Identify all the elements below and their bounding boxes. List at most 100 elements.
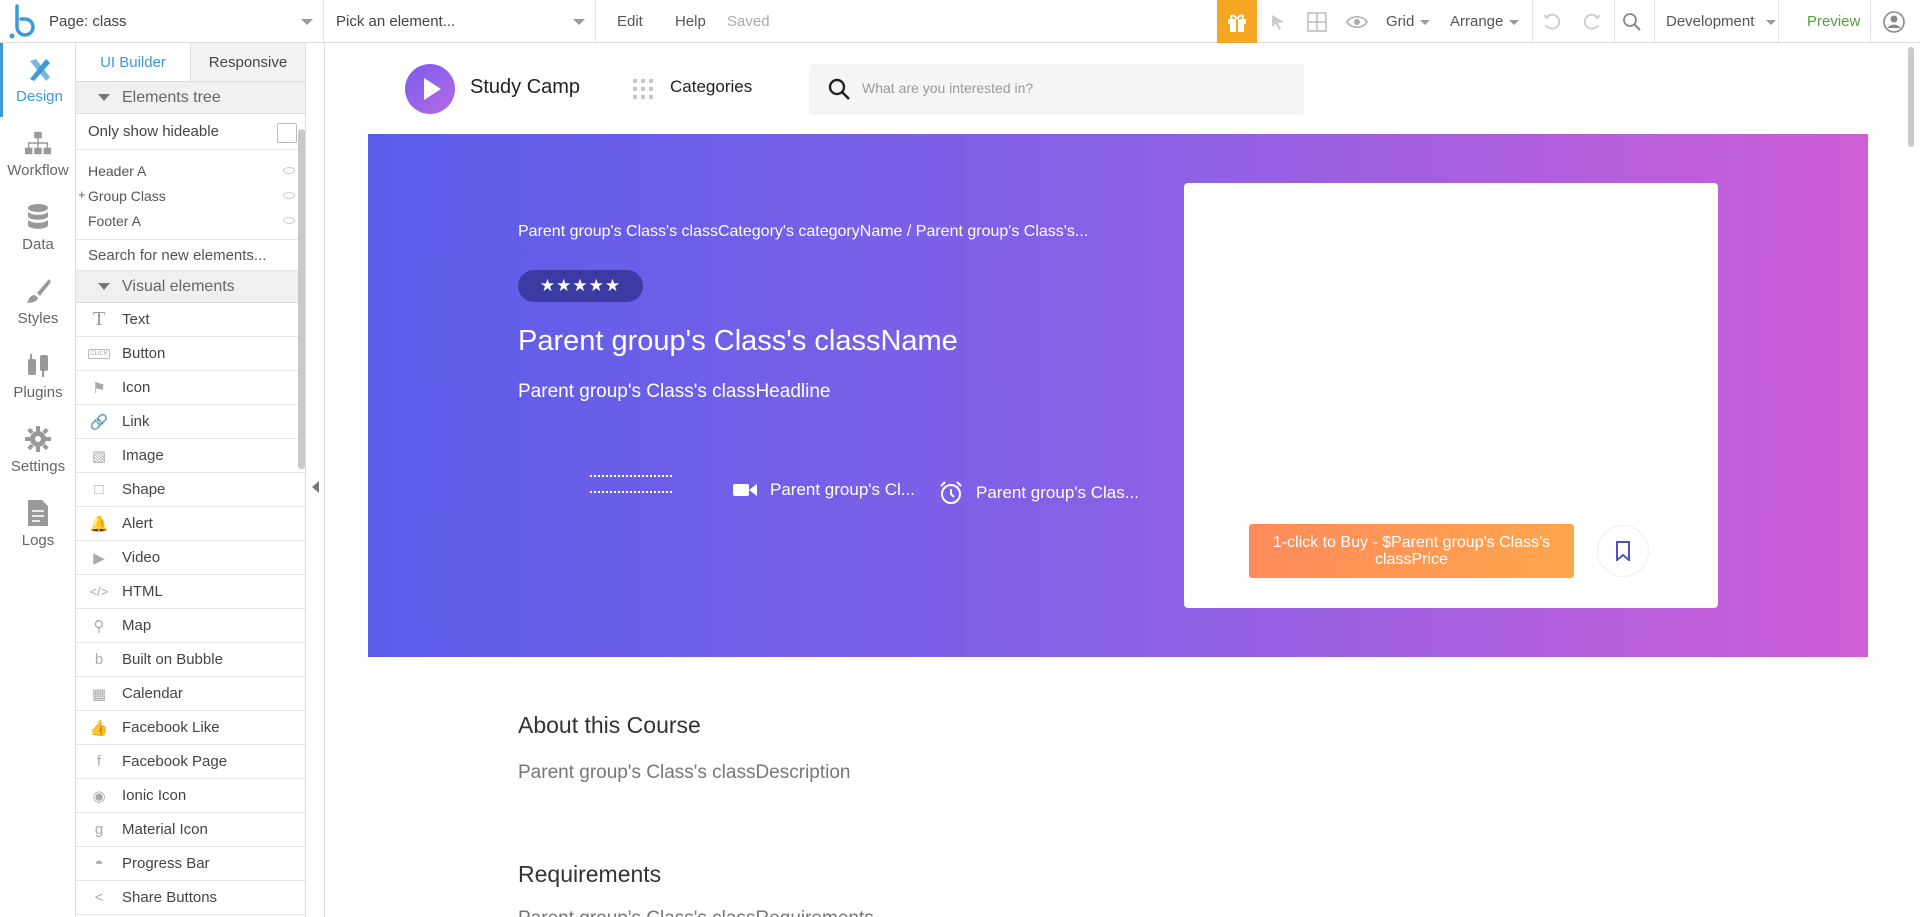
account-icon[interactable] — [1882, 10, 1906, 34]
buy-button[interactable]: 1-click to Buy - $Parent group's Class's… — [1249, 524, 1574, 578]
eye-icon[interactable] — [283, 167, 295, 174]
undo-icon[interactable] — [1540, 10, 1564, 34]
element-item-label: Facebook Like — [122, 719, 220, 736]
rail-item-design[interactable]: Design — [0, 43, 76, 117]
panel-tabs: UI Builder Responsive — [76, 43, 305, 82]
toolbar-divider — [1614, 0, 1615, 43]
element-item-map[interactable]: ⚲ Map — [76, 609, 305, 643]
site-name[interactable]: Study Camp — [470, 76, 580, 99]
element-item-label: HTML — [122, 583, 163, 600]
edit-menu[interactable]: Edit — [617, 0, 643, 43]
only-show-hideable-checkbox[interactable] — [277, 123, 297, 143]
rail-item-workflow[interactable]: Workflow — [0, 117, 76, 191]
element-item-alert[interactable]: 🔔 Alert — [76, 507, 305, 541]
element-item-label: Image — [122, 447, 164, 464]
page-canvas: Study Camp Categories What are you inter… — [325, 43, 1920, 917]
bubble-logo-icon[interactable] — [8, 3, 38, 39]
categories-link[interactable]: Categories — [670, 77, 752, 97]
element-item-shape[interactable]: □ Shape — [76, 473, 305, 507]
element-item-link[interactable]: 🔗 Link — [76, 405, 305, 439]
cursor-icon[interactable] — [1266, 10, 1290, 34]
layout-grid-icon[interactable] — [1305, 10, 1329, 34]
element-item-label: Icon — [122, 379, 151, 396]
element-item-calendar[interactable]: ▦ Calendar — [76, 677, 305, 711]
canvas-scrollbar[interactable] — [1908, 47, 1914, 147]
tree-item-label: Footer A — [88, 212, 141, 229]
bookmark-button[interactable] — [1597, 525, 1649, 577]
panel-collapse-handle[interactable] — [306, 43, 325, 917]
play-icon — [424, 78, 441, 100]
element-item-built-on-bubble[interactable]: b Built on Bubble — [76, 643, 305, 677]
help-menu[interactable]: Help — [675, 0, 706, 43]
element-item-progress-bar[interactable]: ◓ Progress Bar — [76, 847, 305, 881]
element-item-icon[interactable]: ⚑ Icon — [76, 371, 305, 405]
eye-icon[interactable] — [283, 192, 295, 199]
duration-meta-text: Parent group's Clas... — [976, 483, 1139, 502]
collapse-left-icon — [312, 481, 319, 493]
tree-item-group-class[interactable]: + Group Class — [76, 183, 305, 208]
rail-item-settings[interactable]: Settings — [0, 413, 76, 487]
map-icon: ⚲ — [93, 617, 105, 635]
eye-icon[interactable] — [283, 217, 295, 224]
class-description: Parent group's Class's classDescription — [518, 762, 851, 783]
element-item-facebook-like[interactable]: 👍 Facebook Like — [76, 711, 305, 745]
element-item-label: Link — [122, 413, 150, 430]
video-meta: Parent group's Cl... — [732, 480, 915, 500]
panel-scrollbar[interactable] — [298, 129, 305, 469]
placeholder-element[interactable] — [590, 475, 672, 507]
eye-icon[interactable] — [1345, 10, 1369, 34]
tab-responsive[interactable]: Responsive — [191, 43, 305, 81]
share-buttons-icon: < — [94, 889, 104, 906]
expand-plus-icon[interactable]: + — [78, 187, 86, 202]
elements-tree-header[interactable]: Elements tree — [76, 82, 305, 114]
text-icon: T — [92, 308, 106, 330]
element-item-material-icon[interactable]: g Material Icon — [76, 813, 305, 847]
rail-item-logs[interactable]: Logs — [0, 487, 76, 561]
element-item-share-buttons[interactable]: < Share Buttons — [76, 881, 305, 915]
page-selector[interactable]: Page: class — [37, 0, 324, 43]
preview-link[interactable]: Preview — [1807, 0, 1860, 43]
grid-menu[interactable]: Grid — [1386, 0, 1431, 43]
arrange-menu[interactable]: Arrange — [1450, 0, 1520, 43]
study-camp-logo[interactable] — [405, 64, 455, 114]
rail-item-data[interactable]: Data — [0, 191, 76, 265]
search-new-elements-input[interactable]: Search for new elements... — [76, 239, 305, 271]
progress-bar-icon: ◓ — [94, 855, 104, 872]
tree-item-header-a[interactable]: Header A — [76, 158, 305, 183]
class-requirements: Parent group's Class's classRequirements — [518, 908, 874, 917]
categories-grid-icon[interactable] — [633, 79, 653, 99]
rail-item-plugins[interactable]: Plugins — [0, 339, 76, 413]
visual-elements-list: T Text CLICK Button ⚑ Icon 🔗 Link ▧ Image □ Shape 🔔 A… — [76, 303, 305, 915]
element-item-label: Ionic Icon — [122, 787, 187, 804]
brush-icon — [24, 277, 52, 305]
site-search-bar[interactable]: What are you interested in? — [809, 64, 1304, 115]
visual-elements-header[interactable]: Visual elements — [76, 271, 305, 303]
search-icon[interactable] — [1620, 10, 1644, 34]
class-headline: Parent group's Class's classHeadline — [518, 381, 831, 402]
tab-ui-builder[interactable]: UI Builder — [76, 43, 191, 81]
element-picker[interactable]: Pick an element... — [324, 0, 596, 43]
element-item-text[interactable]: T Text — [76, 303, 305, 337]
hero-section[interactable]: Parent group's Class's classCategory's c… — [368, 134, 1868, 657]
element-item-ionic-icon[interactable]: ◉ Ionic Icon — [76, 779, 305, 813]
environment-selector[interactable]: Development — [1666, 0, 1777, 43]
gift-button[interactable] — [1217, 0, 1257, 43]
shape-icon: □ — [94, 481, 104, 498]
element-item-html[interactable]: </> HTML — [76, 575, 305, 609]
element-item-label: Material Icon — [122, 821, 208, 838]
tree-item-label: Header A — [88, 162, 147, 179]
html-icon: </> — [89, 584, 109, 599]
chevron-down-icon — [573, 19, 585, 25]
redo-icon[interactable] — [1580, 10, 1604, 34]
element-item-button[interactable]: CLICK Button — [76, 337, 305, 371]
element-item-label: Video — [122, 549, 161, 566]
element-item-image[interactable]: ▧ Image — [76, 439, 305, 473]
element-item-facebook-page[interactable]: f Facebook Page — [76, 745, 305, 779]
design-icon — [26, 55, 54, 83]
rail-item-styles[interactable]: Styles — [0, 265, 76, 339]
tree-item-footer-a[interactable]: Footer A — [76, 208, 305, 233]
alarm-clock-icon — [940, 481, 962, 504]
toolbar-divider — [1654, 0, 1655, 43]
breadcrumb[interactable]: Parent group's Class's classCategory's c… — [518, 223, 1088, 241]
element-item-video[interactable]: ▶ Video — [76, 541, 305, 575]
